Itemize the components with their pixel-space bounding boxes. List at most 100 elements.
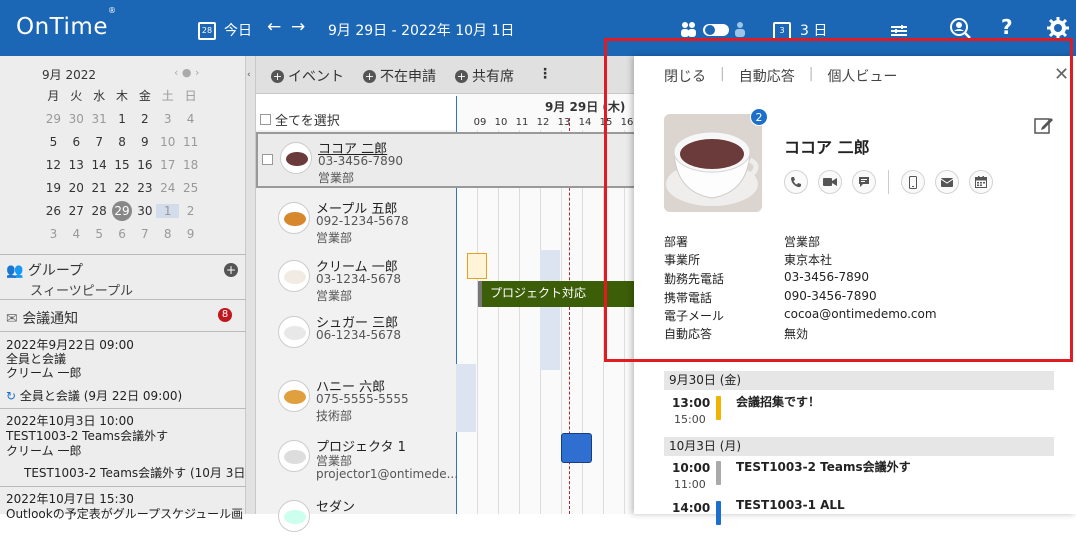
- today-button[interactable]: 今日: [224, 20, 252, 40]
- row-checkbox[interactable]: [262, 154, 273, 165]
- agenda-start: 14:00: [672, 501, 711, 515]
- calendar-day[interactable]: 28: [88, 204, 111, 218]
- person-row[interactable]: ハニー 六郎 075-5555-5555 技術部: [256, 372, 456, 430]
- plus-icon: +: [455, 69, 468, 83]
- prev-arrow-icon[interactable]: ←: [267, 17, 281, 37]
- person-name[interactable]: セダン: [316, 496, 355, 515]
- agenda-title[interactable]: TEST1003-2 Teams会議外す: [736, 458, 911, 475]
- calendar-day[interactable]: 29: [42, 112, 65, 126]
- calendar-day[interactable]: 7: [88, 135, 111, 149]
- calendar-day[interactable]: 25: [179, 181, 202, 195]
- sidebar-collapse-handle[interactable]: ‹: [246, 56, 256, 514]
- more-menu-icon[interactable]: ⋮: [538, 66, 552, 82]
- groups-title: グループ: [27, 263, 84, 279]
- weekday-label: 木: [116, 89, 129, 103]
- help-icon[interactable]: ?: [1001, 15, 1013, 39]
- calendar-day[interactable]: 2: [133, 112, 156, 126]
- weekday-label: 土: [161, 89, 174, 103]
- mini-calendar-nav[interactable]: ‹ ● ›: [174, 66, 199, 79]
- hour-label: 14: [578, 117, 592, 128]
- avatar: [278, 440, 310, 472]
- calendar-day[interactable]: 4: [179, 112, 202, 126]
- agenda-title[interactable]: TEST1003-1 ALL: [736, 498, 845, 512]
- calendar-day[interactable]: 20: [65, 181, 88, 195]
- calendar-day[interactable]: 3: [156, 112, 179, 126]
- days-selector[interactable]: 3 日: [800, 20, 827, 40]
- calendar-day[interactable]: 26: [42, 204, 65, 218]
- ontime-logo[interactable]: OnTime®: [16, 6, 116, 40]
- shared-seat-button[interactable]: + 共有席: [455, 66, 514, 86]
- calendar-day[interactable]: 14: [88, 158, 111, 172]
- calendar-day[interactable]: 17: [156, 158, 179, 172]
- mini-calendar-title: 9月 2022: [42, 68, 96, 82]
- calendar-day[interactable]: 12: [42, 158, 65, 172]
- calendar-day[interactable]: 30: [133, 204, 156, 218]
- groups-header[interactable]: 👥 グループ スィーツピープル: [6, 260, 133, 299]
- hour-label: 12: [536, 117, 550, 128]
- calendar-day[interactable]: 27: [65, 204, 88, 218]
- calendar-day[interactable]: 9: [179, 227, 202, 241]
- schedule-block[interactable]: [561, 433, 592, 463]
- person-row[interactable]: クリーム 一郎 03-1234-5678 営業部: [256, 252, 456, 310]
- person-row[interactable]: ココア 二郎 03-3456-7890 営業部: [256, 132, 636, 188]
- calendar-day[interactable]: 19: [42, 181, 65, 195]
- hour-label: 13: [557, 117, 571, 128]
- calendar-day[interactable]: 30: [65, 112, 88, 126]
- absence-request-button[interactable]: + 不在申請: [363, 66, 436, 86]
- calendar-day[interactable]: 8: [111, 135, 134, 149]
- add-event-button[interactable]: + イベント: [271, 66, 344, 86]
- calendar-day[interactable]: 5: [42, 135, 65, 149]
- calendar-day[interactable]: 2: [179, 204, 202, 218]
- agenda-start: 13:00: [672, 396, 711, 410]
- person-row[interactable]: メープル 五郎 092-1234-5678 営業部: [256, 194, 456, 252]
- calendar-day[interactable]: 22: [111, 181, 134, 195]
- days-calendar-icon[interactable]: 3: [773, 18, 791, 40]
- calendar-day[interactable]: 3: [42, 227, 65, 241]
- person-row[interactable]: プロジェクタ 1 営業部 projector1@ontimede...: [256, 432, 459, 490]
- calendar-day[interactable]: 24: [156, 181, 179, 195]
- calendar-day[interactable]: 31: [88, 112, 111, 126]
- person-detail: projector1@ontimede...: [316, 467, 459, 481]
- today-calendar-icon[interactable]: 28: [198, 18, 216, 40]
- calendar-day[interactable]: 8: [156, 227, 179, 241]
- notification-link[interactable]: ↻ 全員と会議 (9月 22日 09:00): [6, 387, 244, 404]
- calendar-day[interactable]: 5: [88, 227, 111, 241]
- weekday-label: 月: [47, 89, 60, 103]
- calendar-day[interactable]: 6: [111, 227, 134, 241]
- calendar-day[interactable]: 6: [65, 135, 88, 149]
- calendar-day[interactable]: 4: [65, 227, 88, 241]
- person-row[interactable]: シュガー 三郎 06-1234-5678: [256, 308, 456, 366]
- calendar-day[interactable]: 7: [133, 227, 156, 241]
- calendar-day[interactable]: 11: [179, 135, 202, 149]
- calendar-day[interactable]: 1: [111, 112, 134, 126]
- people-toggle-icon: [681, 22, 745, 37]
- agenda-title[interactable]: 会議招集です！: [736, 393, 820, 410]
- calendar-day[interactable]: 18: [179, 158, 202, 172]
- agenda-end: 15:00: [674, 413, 706, 426]
- hour-label: 09: [473, 117, 487, 128]
- person-row[interactable]: セダン: [256, 492, 456, 550]
- calendar-day[interactable]: 15: [111, 158, 134, 172]
- notification-title: TEST1003-2 Teams会議外す: [6, 429, 169, 443]
- notification-datetime: 2022年9月22日 09:00: [6, 338, 134, 352]
- select-all[interactable]: 全てを選択: [260, 110, 340, 129]
- notifications-header[interactable]: ✉ 会議通知: [6, 308, 78, 328]
- agenda-end: 11:00: [674, 478, 706, 491]
- calendar-day[interactable]: 29: [112, 200, 132, 221]
- calendar-day[interactable]: 16: [133, 158, 156, 172]
- calendar-day[interactable]: 9: [133, 135, 156, 149]
- calendar-day[interactable]: 10: [156, 135, 179, 149]
- notification-link[interactable]: TEST1003-2 Teams会議外す (10月 3日 10:00): [24, 464, 244, 481]
- calendar-day[interactable]: 1: [156, 203, 180, 218]
- calendar-day[interactable]: 21: [88, 181, 111, 195]
- calendar-day[interactable]: 13: [65, 158, 88, 172]
- hour-label: 10: [494, 117, 508, 128]
- avatar: [280, 142, 312, 174]
- schedule-toolbar: + イベント + 不在申請 + 共有席 ⋮: [256, 56, 636, 94]
- select-all-checkbox[interactable]: [260, 114, 271, 125]
- person-detail: 06-1234-5678: [316, 328, 402, 342]
- add-group-button[interactable]: +: [224, 263, 238, 277]
- weekday-label: 金: [138, 89, 151, 103]
- next-arrow-icon[interactable]: →: [291, 17, 305, 37]
- calendar-day[interactable]: 23: [133, 181, 156, 195]
